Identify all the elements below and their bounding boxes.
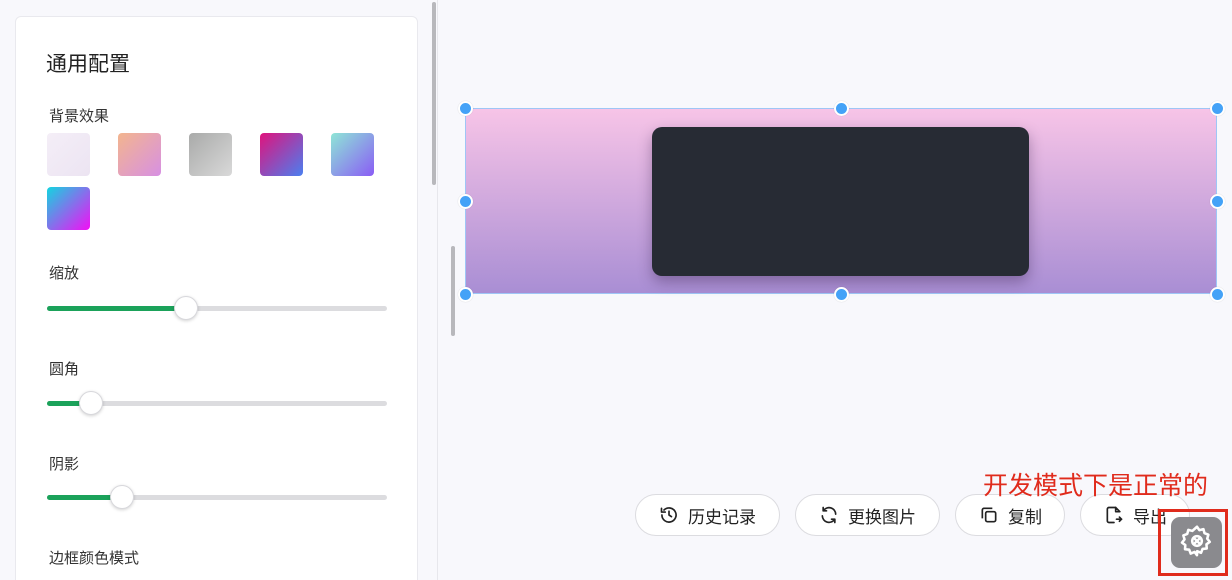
resize-handle-top[interactable] — [834, 101, 849, 116]
copy-icon — [978, 504, 1000, 526]
background-effect-label: 背景效果 — [49, 107, 110, 125]
scale-label: 缩放 — [49, 264, 80, 282]
replace-image-button[interactable]: 更换图片 — [795, 494, 940, 536]
radius-label: 圆角 — [49, 360, 80, 378]
resize-handle-left[interactable] — [458, 194, 473, 209]
resize-handle-bottom[interactable] — [834, 287, 849, 302]
scale-slider-knob[interactable] — [174, 296, 199, 320]
config-panel: 通用配置 背景效果 缩放 圆角 阴影 边框颜色模式 — [15, 16, 418, 580]
resize-handle-top-left[interactable] — [458, 101, 473, 116]
resize-handle-bottom-right[interactable] — [1210, 287, 1225, 302]
panel-scrollbar[interactable] — [432, 2, 436, 185]
radius-slider[interactable] — [47, 391, 387, 415]
app-root: 通用配置 背景效果 缩放 圆角 阴影 边框颜色模式 历史记录 更换图片 复制 导… — [0, 0, 1232, 580]
history-button-label: 历史记录 — [688, 507, 756, 528]
annotation-text: 开发模式下是正常的 — [983, 471, 1209, 500]
history-icon — [658, 504, 680, 526]
copy-button-label: 复制 — [1008, 507, 1042, 528]
resize-handle-right[interactable] — [1210, 194, 1225, 209]
export-file-icon — [1103, 504, 1125, 526]
radius-slider-knob[interactable] — [79, 391, 104, 415]
history-button[interactable]: 历史记录 — [635, 494, 780, 536]
resize-handle-top-right[interactable] — [1210, 101, 1225, 116]
shadow-label: 阴影 — [49, 455, 80, 473]
border-color-mode-label: 边框颜色模式 — [49, 549, 140, 567]
background-swatch-magenta-blue[interactable] — [260, 133, 303, 176]
preview-image[interactable] — [652, 127, 1029, 276]
background-swatch-gray[interactable] — [189, 133, 232, 176]
refresh-icon — [818, 504, 840, 526]
panel-divider — [437, 0, 438, 580]
scale-slider[interactable] — [47, 296, 387, 320]
background-swatch-aqua-purple[interactable] — [331, 133, 374, 176]
background-swatch-peach-pink[interactable] — [118, 133, 161, 176]
annotation-highlight-box — [1158, 509, 1228, 576]
replace-image-button-label: 更换图片 — [848, 507, 916, 528]
shadow-slider-knob[interactable] — [109, 485, 134, 509]
shadow-slider[interactable] — [47, 485, 387, 509]
panel-title: 通用配置 — [46, 52, 130, 76]
background-swatch-cyan-magenta[interactable] — [47, 187, 90, 230]
canvas-scrollbar[interactable] — [451, 246, 455, 336]
resize-handle-bottom-left[interactable] — [458, 287, 473, 302]
background-swatch-soft-lavender[interactable] — [47, 133, 90, 176]
scale-slider-fill — [47, 306, 187, 311]
